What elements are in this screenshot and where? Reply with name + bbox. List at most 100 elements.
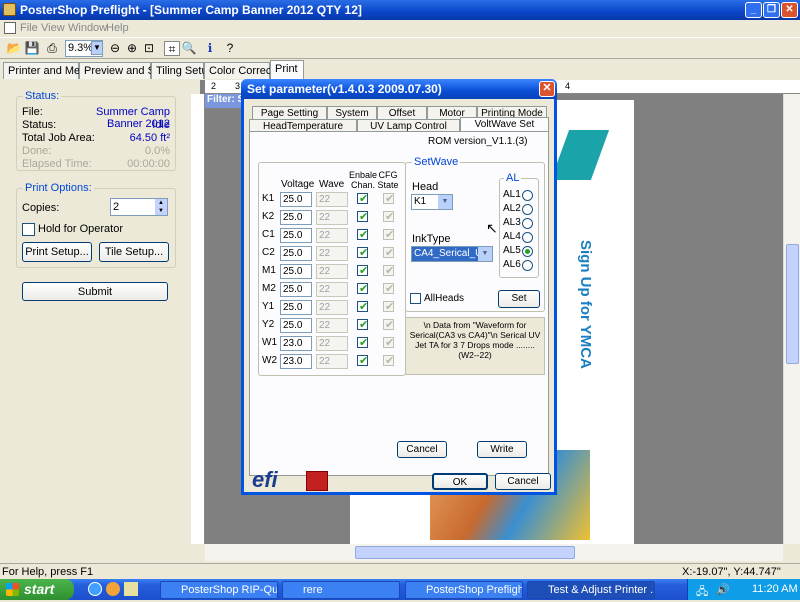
open-icon[interactable]: 📂 <box>6 41 22 56</box>
enable-channel-checkbox[interactable] <box>357 228 368 241</box>
voltage-input[interactable]: 25.0 <box>280 246 312 261</box>
hold-operator-checkbox[interactable] <box>22 223 35 236</box>
chevron-down-icon[interactable]: ▼ <box>438 195 452 209</box>
banner-text: Sign Up for YMCA <box>577 240 594 369</box>
voltage-input[interactable]: 23.0 <box>280 336 312 351</box>
taskbar-item-test-adjust[interactable]: Test & Adjust Printer ... <box>527 581 655 599</box>
enable-channel-checkbox[interactable] <box>357 210 368 223</box>
voltage-input[interactable]: 23.0 <box>280 354 312 369</box>
enable-channel-checkbox[interactable] <box>357 318 368 331</box>
head-select[interactable]: K1 ▼ <box>411 194 453 210</box>
copies-spinner[interactable]: ▲ ▼ <box>155 199 167 215</box>
info-icon[interactable]: ℹ <box>202 41 218 56</box>
menu-view[interactable]: View <box>41 22 65 34</box>
tab-print[interactable]: Print <box>270 60 304 79</box>
enable-channel-checkbox[interactable] <box>357 354 368 367</box>
enable-channel-checkbox[interactable] <box>357 336 368 349</box>
magnify-icon[interactable]: 🔍 <box>181 41 197 56</box>
horizontal-scrollbar[interactable] <box>205 544 783 561</box>
tab-color-correction[interactable]: Color Correction <box>204 62 289 79</box>
wave-input: 22 <box>316 246 348 261</box>
elapsed-label: Elapsed Time: <box>22 158 92 170</box>
wave-input: 22 <box>316 210 348 225</box>
voltage-input[interactable]: 25.0 <box>280 228 312 243</box>
enable-channel-checkbox[interactable] <box>357 300 368 313</box>
main-tabs: Printer and Media Preview and Size Tilin… <box>0 60 800 80</box>
taskbar-item-preflight[interactable]: PosterShop Preflight ... <box>405 581 523 599</box>
header-wave: Wave <box>319 179 345 190</box>
zoom-in-icon[interactable]: ⊕ <box>124 41 140 56</box>
wave-input: 22 <box>316 282 348 297</box>
scroll-thumb[interactable] <box>786 244 799 364</box>
head-label: Head <box>412 181 439 193</box>
tab-tiling-setup[interactable]: Tiling Setup <box>151 62 214 79</box>
tab-preview-size[interactable]: Preview and Size <box>79 62 169 79</box>
print-icon[interactable]: ⎙ <box>44 41 60 56</box>
channel-label: M2 <box>262 283 276 294</box>
write-button[interactable]: Write <box>477 441 527 458</box>
al-radio[interactable] <box>522 260 533 271</box>
tile-setup-button[interactable]: Tile Setup... <box>99 242 169 262</box>
taskbar-item-rip-queue[interactable]: PosterShop RIP-Queue <box>160 581 278 599</box>
zoom-fit-icon[interactable]: ⊖ <box>107 41 123 56</box>
vertical-scrollbar[interactable] <box>783 94 800 544</box>
quicklaunch-icon[interactable] <box>124 582 138 596</box>
start-button[interactable]: start <box>0 579 74 600</box>
menu-file[interactable]: File <box>20 22 38 34</box>
volume-icon[interactable]: 🔊 <box>716 583 730 596</box>
tab-voltwave-set[interactable]: VoltWave Set <box>460 117 549 132</box>
voltage-input[interactable]: 25.0 <box>280 210 312 225</box>
allheads-checkbox[interactable] <box>410 293 421 304</box>
close-button[interactable]: ✕ <box>781 2 798 18</box>
al-radio[interactable] <box>522 246 533 257</box>
app-title: PosterShop Preflight - [Summer Camp Bann… <box>20 3 362 17</box>
minimize-button[interactable]: _ <box>745 2 762 18</box>
cfg-state-checkbox <box>383 300 394 313</box>
left-panel: Status: File: Summer Camp Banner 2012 St… <box>0 80 200 564</box>
ie-icon[interactable] <box>88 582 102 596</box>
zoom-window-icon[interactable]: ⊡ <box>141 41 157 56</box>
set-button[interactable]: Set <box>498 290 540 308</box>
file-label: File: <box>22 106 43 118</box>
al-radio[interactable] <box>522 190 533 201</box>
set-parameter-dialog: Set parameter(v1.4.0.3 2009.07.30) ✕ Pag… <box>241 79 557 495</box>
al-radio[interactable] <box>522 232 533 243</box>
chevron-down-icon[interactable]: ▼ <box>478 247 492 261</box>
system-tray: 🖧 🔊 11:20 AM <box>687 579 800 600</box>
voltage-input[interactable]: 25.0 <box>280 192 312 207</box>
ruler-mark: 3 <box>235 81 241 91</box>
taskbar-item-rere[interactable]: rere <box>282 581 400 599</box>
voltage-input[interactable]: 25.0 <box>280 300 312 315</box>
cfg-state-checkbox <box>383 336 394 349</box>
enable-channel-checkbox[interactable] <box>357 282 368 295</box>
submit-button[interactable]: Submit <box>22 282 168 301</box>
firefox-icon[interactable] <box>106 582 120 596</box>
voltage-input[interactable]: 25.0 <box>280 282 312 297</box>
voltage-input[interactable]: 25.0 <box>280 318 312 333</box>
setwave-label: SetWave <box>412 156 461 168</box>
al-radio[interactable] <box>522 204 533 215</box>
print-setup-button[interactable]: Print Setup... <box>22 242 92 262</box>
crop-icon[interactable]: ⌗ <box>164 41 180 56</box>
filter-label: Filter: S <box>205 94 245 108</box>
menu-help[interactable]: Help <box>106 22 129 34</box>
save-icon[interactable]: 💾 <box>24 41 40 56</box>
inktype-select[interactable]: CA4_Serical_UV ▼ <box>411 246 493 262</box>
scroll-thumb[interactable] <box>355 546 575 559</box>
chevron-down-icon[interactable]: ▼ <box>91 41 103 55</box>
help-pointer-icon[interactable]: ? <box>222 41 238 56</box>
tab-printer-media[interactable]: Printer and Media <box>3 62 95 79</box>
al-radio[interactable] <box>522 218 533 229</box>
inner-cancel-button[interactable]: Cancel <box>397 441 447 458</box>
menu-window[interactable]: Window <box>68 22 107 34</box>
enable-channel-checkbox[interactable] <box>357 264 368 277</box>
network-icon[interactable]: 🖧 <box>696 583 708 602</box>
enable-channel-checkbox[interactable] <box>357 246 368 259</box>
ok-button[interactable]: OK <box>432 473 488 490</box>
enable-channel-checkbox[interactable] <box>357 192 368 205</box>
cancel-button[interactable]: Cancel <box>495 473 551 490</box>
maximize-button[interactable]: ❐ <box>763 2 780 18</box>
dialog-close-button[interactable]: ✕ <box>539 81 555 97</box>
voltage-input[interactable]: 25.0 <box>280 264 312 279</box>
wave-input: 22 <box>316 318 348 333</box>
